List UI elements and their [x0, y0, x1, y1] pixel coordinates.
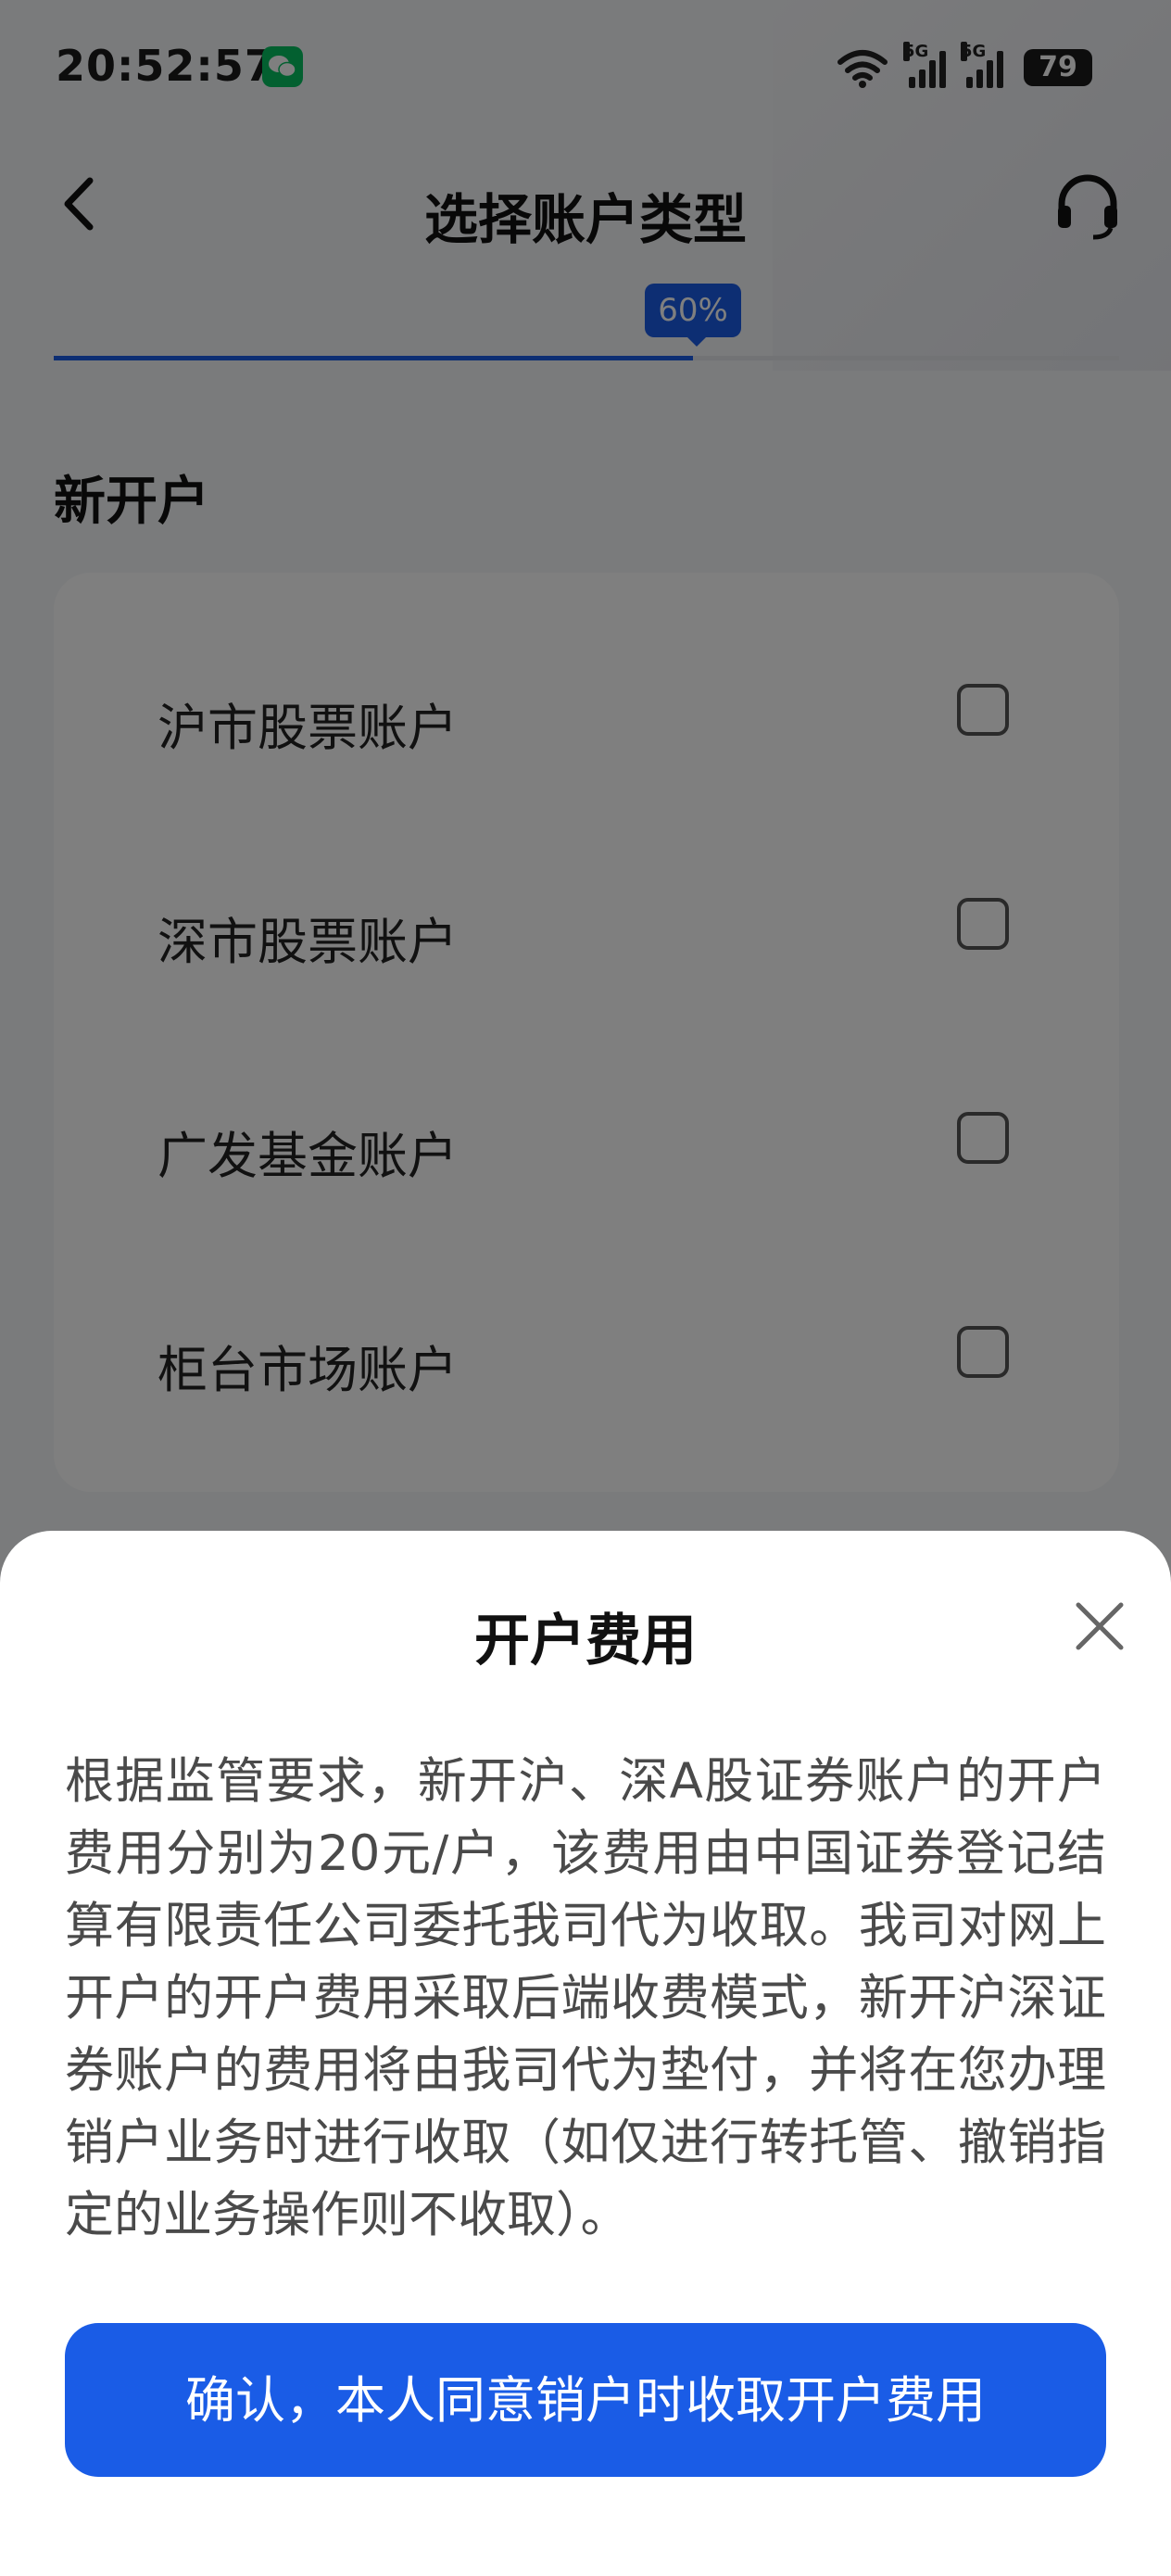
- sheet-title: 开户费用: [474, 1609, 697, 1673]
- close-button[interactable]: [1069, 1596, 1130, 1657]
- fee-bottom-sheet: 开户费用 根据监管要求，新开沪、深A股证券账户的开户费用分别为20元/户，该费用…: [0, 1531, 1171, 2576]
- app-screen: 20:52:57 5G 5G 79: [0, 0, 1171, 2576]
- close-icon: [1076, 1602, 1124, 1650]
- confirm-button[interactable]: 确认，本人同意销户时收取开户费用: [65, 2323, 1106, 2477]
- fee-description: 根据监管要求，新开沪、深A股证券账户的开户费用分别为20元/户，该费用由中国证券…: [65, 1753, 1106, 2243]
